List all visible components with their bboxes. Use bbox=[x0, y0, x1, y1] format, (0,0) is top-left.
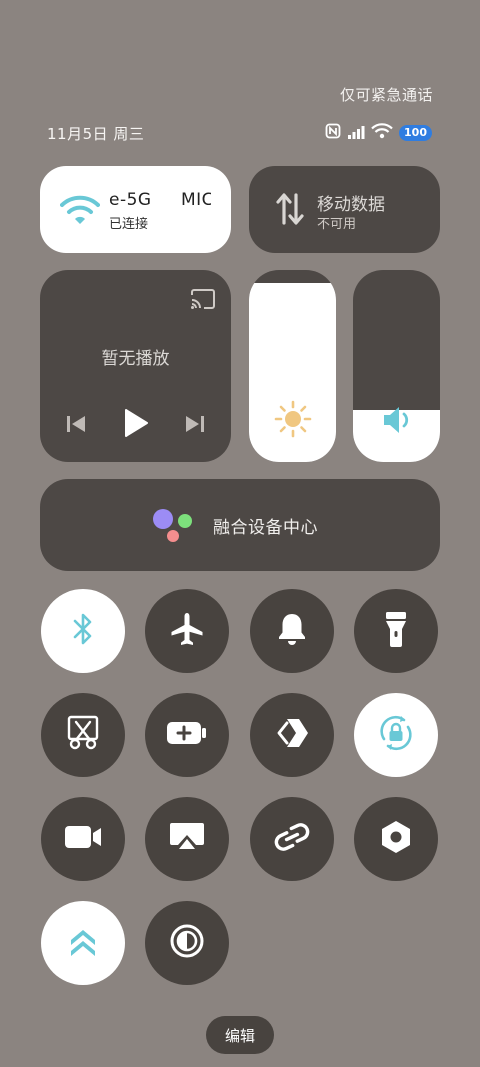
device-hub-logo bbox=[151, 507, 195, 549]
media-player-tile[interactable]: 暂无播放 bbox=[40, 270, 231, 462]
battery-badge: 100 bbox=[399, 125, 432, 141]
video-camera-icon bbox=[63, 824, 103, 854]
data-transfer-icon bbox=[275, 192, 305, 230]
bell-icon bbox=[275, 611, 309, 651]
signal-icon bbox=[347, 124, 365, 143]
rotation-lock-toggle[interactable] bbox=[354, 693, 438, 777]
device-hub-label: 融合设备中心 bbox=[213, 518, 318, 538]
date-label: 11月5日 周三 bbox=[47, 125, 145, 143]
battery-saver-toggle[interactable] bbox=[145, 693, 229, 777]
speaker-icon bbox=[381, 404, 413, 440]
airplane-mode-toggle[interactable] bbox=[145, 589, 229, 673]
flashlight-icon bbox=[383, 609, 409, 653]
link-toggle[interactable] bbox=[250, 797, 334, 881]
wifi-tile[interactable]: e-5G MIC 已连接 bbox=[40, 166, 231, 253]
emergency-calls-only: 仅可紧急通话 bbox=[339, 86, 433, 104]
media-status: 暂无播放 bbox=[101, 349, 170, 369]
hex-nut-icon bbox=[379, 819, 413, 859]
nfc-icon bbox=[325, 123, 341, 143]
rotation-lock-icon bbox=[376, 713, 416, 757]
sun-icon bbox=[274, 400, 312, 442]
settings-hex-toggle[interactable] bbox=[354, 797, 438, 881]
mobile-data-tile[interactable]: 移动数据 不可用 bbox=[249, 166, 440, 253]
status-icons: 100 bbox=[325, 123, 432, 143]
share-arrow-icon bbox=[275, 717, 309, 753]
nearby-share-toggle[interactable] bbox=[250, 693, 334, 777]
bluetooth-toggle[interactable] bbox=[41, 589, 125, 673]
double-chevron-up-icon bbox=[66, 924, 100, 962]
ring-mode-toggle[interactable] bbox=[250, 589, 334, 673]
wifi-icon bbox=[60, 193, 100, 229]
airplane-icon bbox=[169, 611, 205, 651]
device-hub-tile[interactable]: 融合设备中心 bbox=[40, 479, 440, 571]
mobile-data-status: 不可用 bbox=[317, 217, 357, 232]
wifi-name-right: MIC bbox=[181, 190, 211, 210]
performance-mode-toggle[interactable] bbox=[41, 901, 125, 985]
next-track-icon[interactable] bbox=[184, 413, 206, 439]
cast-icon[interactable] bbox=[190, 288, 216, 314]
play-icon[interactable] bbox=[122, 407, 150, 443]
previous-track-icon[interactable] bbox=[65, 413, 87, 439]
wifi-status-icon bbox=[371, 123, 393, 143]
volume-slider[interactable] bbox=[353, 270, 440, 462]
brightness-slider[interactable] bbox=[249, 270, 336, 462]
link-icon bbox=[272, 821, 312, 857]
scissors-icon bbox=[66, 714, 100, 756]
edit-button[interactable]: 编辑 bbox=[206, 1016, 274, 1054]
cast-screen-icon bbox=[168, 820, 206, 858]
bluetooth-icon bbox=[68, 611, 98, 651]
screenshot-toggle[interactable] bbox=[41, 693, 125, 777]
screen-record-toggle[interactable] bbox=[41, 797, 125, 881]
mobile-data-title: 移动数据 bbox=[317, 195, 385, 215]
battery-plus-icon bbox=[166, 720, 208, 750]
dark-mode-toggle[interactable] bbox=[145, 901, 229, 985]
wifi-network-name: e-5G MIC bbox=[109, 190, 211, 210]
screen-cast-toggle[interactable] bbox=[145, 797, 229, 881]
wifi-name-left: e-5G bbox=[109, 190, 152, 210]
wifi-status: 已连接 bbox=[109, 217, 149, 232]
flashlight-toggle[interactable] bbox=[354, 589, 438, 673]
contrast-icon bbox=[169, 923, 205, 963]
